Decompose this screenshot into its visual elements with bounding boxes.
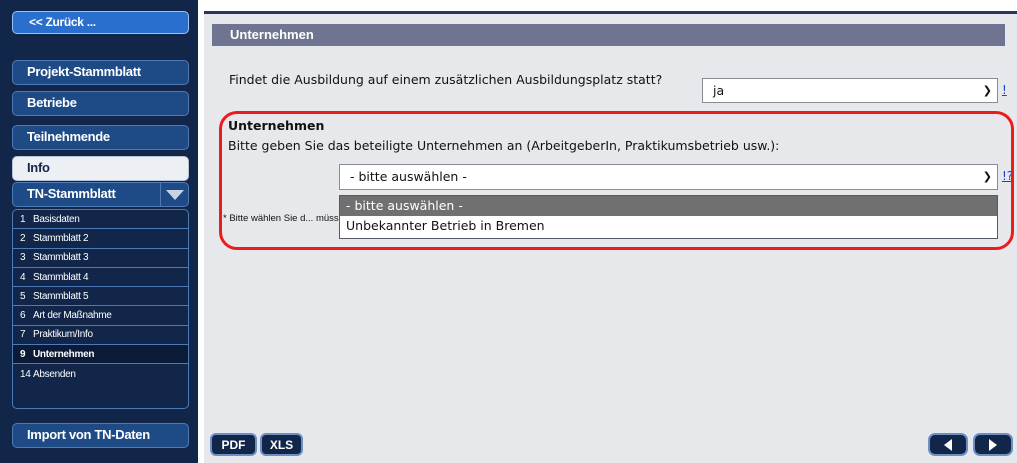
submenu-item-stammblatt-2[interactable]: 2 Stammblatt 2 — [13, 229, 188, 249]
dropdown-option[interactable]: - bitte auswählen - — [340, 196, 997, 216]
stammblatt-submenu: 1 Basisdaten 2 Stammblatt 2 3 Stammblatt 3 … — [12, 209, 189, 409]
sidebar-item-projekt-stammblatt[interactable]: Projekt-Stammblatt — [12, 60, 189, 85]
company-select[interactable]: - bitte auswählen - ❯ — [339, 164, 998, 190]
submenu-item-basisdaten[interactable]: 1 Basisdaten — [13, 210, 188, 230]
submenu-item-absenden[interactable]: 14 Absenden — [13, 364, 188, 383]
submenu-item-stammblatt-5[interactable]: 5 Stammblatt 5 — [13, 287, 188, 307]
sidebar-item-label: TN-Stammblatt — [27, 186, 116, 201]
import-tn-daten-button[interactable]: Import von TN-Daten — [12, 423, 189, 448]
dropdown-option[interactable]: Unbekannter Betrieb in Bremen — [340, 216, 997, 236]
previous-button[interactable] — [928, 433, 968, 456]
arrow-left-icon — [944, 438, 952, 451]
back-button[interactable]: << Zurück ... — [12, 11, 189, 34]
chevron-down-icon[interactable] — [160, 183, 188, 206]
submenu-item-stammblatt-3[interactable]: 3 Stammblatt 3 — [13, 249, 188, 268]
main-panel: Unternehmen Findet die Ausbildung auf ei… — [204, 11, 1017, 463]
help-link[interactable]: !? — [1002, 169, 1013, 183]
sidebar: << Zurück ... Projekt-Stammblatt Betrieb… — [0, 0, 198, 463]
pdf-button[interactable]: PDF — [210, 433, 257, 456]
question-zusaetzlicher-platz-label: Findet die Ausbildung auf einem zusätzli… — [229, 72, 663, 87]
section-title: Unternehmen — [228, 118, 325, 133]
zusaetzlicher-platz-select[interactable]: ja ❯ — [702, 78, 998, 103]
section-prompt: Bitte geben Sie das beteiligte Unternehm… — [228, 138, 780, 153]
submenu-item-art-der-massnahme[interactable]: 6 Art der Maßnahme — [13, 306, 188, 326]
company-dropdown-list[interactable]: - bitte auswählen - Unbekannter Betrieb … — [339, 195, 998, 239]
sidebar-item-teilnehmende[interactable]: Teilnehmende — [12, 125, 189, 150]
sidebar-item-betriebe[interactable]: Betriebe — [12, 91, 189, 116]
sidebar-item-tn-stammblatt[interactable]: TN-Stammblatt — [12, 182, 189, 207]
submenu-item-praktikum-info[interactable]: 7 Praktikum/Info — [13, 326, 188, 346]
chevron-down-icon: ❯ — [982, 84, 992, 97]
next-button[interactable] — [973, 433, 1013, 456]
xls-button[interactable]: XLS — [260, 433, 303, 456]
submenu-item-stammblatt-4[interactable]: 4 Stammblatt 4 — [13, 268, 188, 288]
page-title: Unternehmen — [212, 24, 1005, 46]
submenu-item-unternehmen[interactable]: 9 Unternehmen — [13, 345, 188, 365]
help-link[interactable]: ! — [1002, 83, 1007, 97]
sidebar-item-info[interactable]: Info — [12, 156, 189, 181]
chevron-down-icon: ❯ — [982, 170, 992, 183]
arrow-right-icon — [989, 438, 997, 451]
